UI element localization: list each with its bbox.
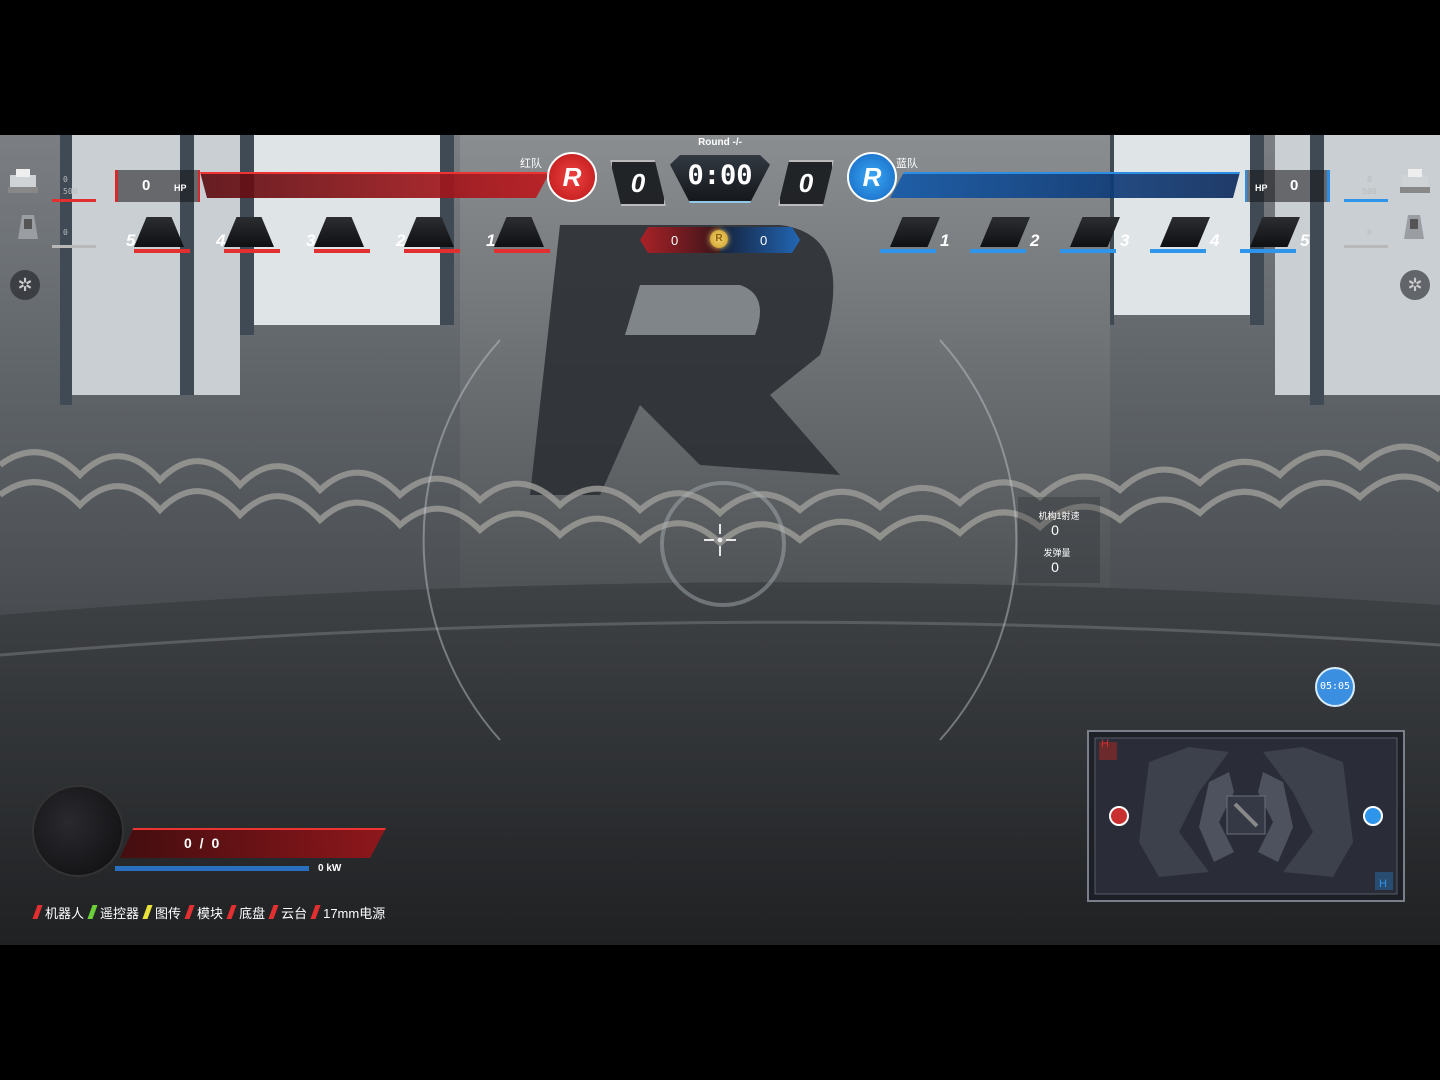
fire-ammo-value: 0 (1051, 559, 1059, 575)
red-slot-5: 5 (124, 217, 190, 255)
left-mini-hp-zero: 0 (63, 175, 68, 184)
status-label: 云台 (281, 905, 308, 921)
red-slot-3: 3 (304, 217, 370, 255)
coin-blue-value: 0 (760, 233, 768, 248)
left-mini-second-bar (52, 245, 96, 248)
blue-team-name: 蓝队 (896, 158, 918, 170)
right-mini-hp-bar (1344, 199, 1388, 202)
blue-base-hp-bar (890, 172, 1240, 198)
ammo-text: 0 / 0 (184, 835, 222, 851)
status-video: 图传 (142, 903, 182, 922)
red-slot-1: 1 (484, 217, 550, 255)
status-label: 遥控器 (100, 905, 140, 921)
right-mini-second-zero: 0 (1367, 228, 1372, 237)
power-text: 0 kW (318, 863, 342, 874)
status-indicator (184, 905, 195, 919)
minimap[interactable]: H H (1087, 730, 1405, 902)
left-mini-second-zero: 0 (63, 228, 68, 237)
blue-slot-number: 1 (940, 231, 950, 250)
status-module: 模块 (184, 903, 224, 922)
red-slot-number: 4 (216, 231, 226, 250)
right-mini-hp-zero: 0 (1367, 175, 1372, 184)
red-slot-number: 3 (306, 231, 316, 250)
letterbox-top (0, 0, 1440, 135)
coin-red-value: 0 (671, 233, 679, 248)
coin-bar: 0 R 0 (640, 227, 800, 253)
status-indicator (268, 905, 279, 919)
red-team-name: 红队 (520, 158, 542, 170)
clock-badge[interactable]: 05:05 (1315, 667, 1355, 707)
red-base-hp-bar (200, 172, 550, 198)
reticle-ring (660, 481, 786, 607)
left-mini-hp-max: 500 (63, 187, 78, 196)
status-gimbal: 云台 (268, 903, 308, 922)
robot-icon-hero-blue (1400, 169, 1430, 193)
module-status-row: 机器人 遥控器 图传 模块 底盘 云台 17mm电源 (32, 902, 391, 922)
red-slot-number: 2 (396, 231, 406, 250)
status-indicator (310, 905, 321, 919)
ammo-bar (120, 828, 386, 858)
fan-icon-right[interactable]: ✲ (1400, 270, 1430, 300)
red-hp-label: HP (174, 183, 187, 193)
red-team-logo: R (547, 152, 597, 202)
red-slot-number: 5 (126, 231, 136, 250)
left-mini-hp-bar (52, 199, 96, 202)
right-mini-second-bar (1344, 245, 1388, 248)
status-indicator (142, 905, 153, 919)
robot-icon-engineer-red (18, 215, 38, 239)
letterbox-bottom (0, 945, 1440, 1080)
fire-panel: 机构1射速 0 发弹量 0 (1018, 497, 1100, 583)
fire-ammo-label: 发弹量 (1043, 548, 1071, 558)
blue-slot-5: 5 (1240, 217, 1310, 255)
power-bar (115, 866, 309, 871)
robot-icon-hero-red (8, 169, 38, 193)
robot-icon-engineer-blue (1404, 215, 1424, 239)
blue-slot-number: 5 (1300, 231, 1310, 250)
red-slot-2: 2 (394, 217, 460, 255)
blue-slot-2: 2 (970, 217, 1040, 255)
blue-slot-number: 3 (1120, 231, 1130, 250)
status-17mm-power: 17mm电源 (310, 903, 386, 922)
status-robot: 机器人 (32, 903, 85, 922)
status-chassis: 底盘 (226, 903, 266, 922)
status-label: 机器人 (45, 905, 85, 921)
blue-hp-value: 0 (1290, 177, 1299, 194)
blue-slot-3: 3 (1060, 217, 1130, 255)
coin-icon: R (710, 230, 728, 248)
status-label: 模块 (197, 905, 224, 921)
status-label: 17mm电源 (323, 905, 386, 921)
minimap-drawing (1094, 737, 1398, 895)
blue-hp-label: HP (1255, 183, 1268, 193)
camera-viewport: 0 500 0 ✲ 0 500 0 ✲ 0 HP HP 0 红队 R 蓝队 R … (0, 135, 1440, 945)
blue-slot-number: 2 (1030, 231, 1040, 250)
red-slot-4: 4 (214, 217, 280, 255)
right-mini-hp-max: 500 (1362, 187, 1377, 196)
blue-team-logo: R (847, 152, 897, 202)
energy-circle (32, 785, 124, 877)
blue-slot-number: 4 (1210, 231, 1220, 250)
coin-bar-red (640, 227, 720, 253)
blue-slot-1: 1 (880, 217, 950, 255)
blue-hp-box: HP 0 (1245, 170, 1330, 202)
status-indicator (87, 905, 98, 919)
status-label: 图传 (155, 905, 182, 921)
status-indicator (226, 905, 237, 919)
fire-speed-value: 0 (1051, 522, 1059, 538)
fan-icon-left[interactable]: ✲ (10, 270, 40, 300)
status-label: 底盘 (239, 905, 266, 921)
minimap-blue-base-marker: H (1379, 878, 1387, 890)
red-hp-box: 0 HP (115, 170, 200, 202)
blue-slot-4: 4 (1150, 217, 1220, 255)
round-label: Round -/- (698, 137, 742, 148)
red-slot-number: 1 (486, 231, 496, 250)
fire-speed-label: 机构1射速 (1038, 511, 1080, 521)
minimap-red-base-marker: H (1101, 738, 1109, 750)
red-hp-value: 0 (142, 177, 151, 194)
status-remote: 遥控器 (87, 903, 140, 922)
